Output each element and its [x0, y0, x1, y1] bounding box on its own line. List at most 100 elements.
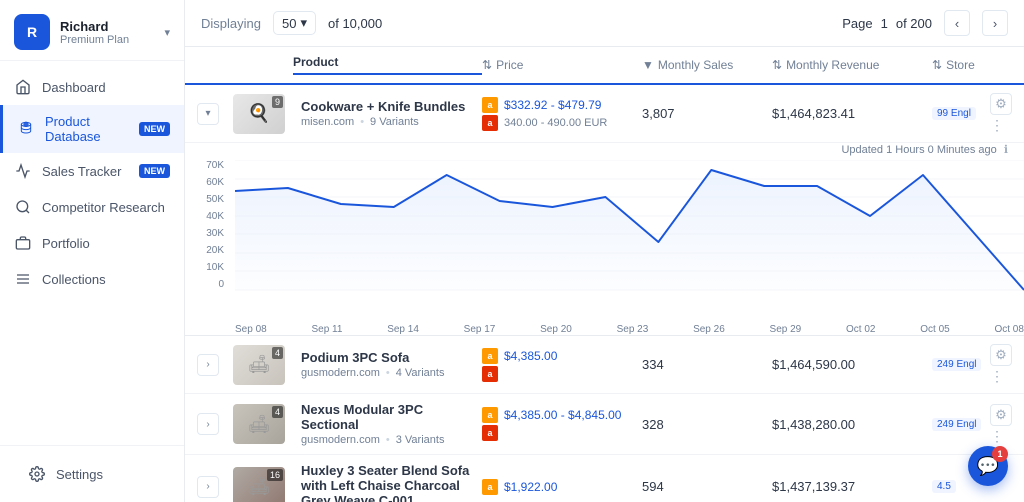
settings-label: Settings [56, 467, 156, 482]
product-info: Nexus Modular 3PC Sectional gusmodern.co… [293, 402, 482, 446]
table-header: Product ⇅ Price ▼ Monthly Sales ⇅ Monthl… [185, 47, 1024, 85]
amazon-price: $332.92 - $479.79 [504, 98, 601, 112]
col-header-store[interactable]: ⇅ Store [932, 58, 1012, 72]
sidebar-item-settings[interactable]: Settings [14, 456, 170, 492]
amazon-price-row: a $332.92 - $479.79 [482, 97, 642, 113]
x-axis-labels: Sep 08 Sep 11 Sep 14 Sep 17 Sep 20 Sep 2… [235, 324, 1024, 335]
x-label: Sep 23 [617, 324, 649, 335]
col-header-monthly-sales[interactable]: ▼ Monthly Sales [642, 58, 772, 72]
page-label: Page [842, 16, 872, 31]
sidebar-item-label: Product Database [45, 114, 129, 144]
chart-container: Updated 1 Hours 0 Minutes ago ℹ [185, 143, 1024, 336]
y-axis-labels: 70K 60K 50K 40K 30K 20K 10K 0 [185, 160, 230, 290]
image-count: 4 [272, 347, 283, 359]
store-cell: 99 Engl ⚙ ⋮ [932, 93, 1012, 134]
sort-icon: ⇅ [482, 58, 492, 72]
prev-page-button[interactable]: ‹ [944, 10, 970, 36]
search-icon [14, 198, 32, 216]
expand-row-button[interactable]: ▾ [197, 103, 219, 125]
sidebar-item-label: Sales Tracker [42, 164, 129, 179]
sidebar-footer: Settings [0, 445, 184, 502]
displaying-label: Displaying [201, 16, 261, 31]
gear-button[interactable]: ⚙ [990, 93, 1012, 115]
sidebar-item-product-database[interactable]: Product Database NEW [0, 105, 184, 153]
count-value: 50 [282, 16, 296, 31]
product-name: Nexus Modular 3PC Sectional [301, 402, 474, 432]
sidebar-item-sales-tracker[interactable]: Sales Tracker NEW [0, 153, 184, 189]
settings-icon [28, 465, 46, 483]
store-name: misen.com [301, 116, 354, 128]
ali-price-row: a 340.00 - 490.00 EUR [482, 115, 642, 131]
of-pages: of 200 [896, 16, 932, 31]
new-badge: NEW [139, 164, 170, 178]
chart-icon [14, 162, 32, 180]
sidebar-item-competitor-research[interactable]: Competitor Research [0, 189, 184, 225]
chart-wrapper: 70K 60K 50K 40K 30K 20K 10K 0 Sep 08 Sep… [185, 160, 1024, 335]
variants-count: 9 Variants [370, 116, 419, 128]
image-count: 9 [272, 96, 283, 108]
y-label: 70K [185, 160, 224, 171]
col-header-price[interactable]: ⇅ Price [482, 58, 642, 72]
aliexpress-icon: a [482, 115, 498, 131]
amazon-icon: a [482, 348, 498, 364]
home-icon [14, 78, 32, 96]
next-page-button[interactable]: › [982, 10, 1008, 36]
x-label: Sep 11 [311, 324, 342, 335]
chat-bubble-button[interactable]: 💬 1 [968, 446, 1008, 486]
expand-row-button[interactable]: › [197, 413, 219, 435]
info-icon: ℹ [1004, 144, 1008, 156]
sidebar-nav: Dashboard Product Database NEW Sales Tra… [0, 61, 184, 445]
monthly-revenue-value: $1,437,139.37 [772, 479, 932, 494]
more-options-button[interactable]: ⋮ [990, 368, 1012, 385]
x-label: Sep 08 [235, 324, 267, 335]
main-content: Displaying 50 ▾ of 10,000 Page 1 of 200 … [185, 0, 1024, 502]
user-name: Richard [60, 19, 154, 34]
sidebar-item-label: Competitor Research [42, 200, 170, 215]
store-cell: 249 Engl ⚙ ⋮ [932, 404, 1012, 445]
store-count: 249 Engl [932, 418, 981, 431]
chart-svg [235, 160, 1024, 305]
store-name: gusmodern.com [301, 367, 380, 379]
more-options-button[interactable]: ⋮ [990, 117, 1012, 134]
products-area: ▾ 🍳 9 Cookware + Knife Bundles misen.com… [185, 85, 1024, 502]
x-label: Oct 02 [846, 324, 875, 335]
product-meta: misen.com • 9 Variants [301, 116, 474, 128]
image-count: 4 [272, 406, 283, 418]
sidebar-item-label: Collections [42, 272, 170, 287]
sidebar: R Richard Premium Plan ▾ Dashboard Produ… [0, 0, 185, 502]
sidebar-item-label: Dashboard [42, 80, 170, 95]
updated-text: Updated 1 Hours 0 Minutes ago ℹ [185, 143, 1024, 160]
variants-count: 4 Variants [396, 367, 445, 379]
table-row: › 🛋 4 Nexus Modular 3PC Sectional gusmod… [185, 394, 1024, 455]
amazon-icon: a [482, 97, 498, 113]
chevron-down-icon[interactable]: ▾ [164, 26, 170, 39]
sidebar-item-collections[interactable]: Collections [0, 261, 184, 297]
gear-button[interactable]: ⚙ [990, 404, 1012, 426]
col-header-monthly-revenue[interactable]: ⇅ Monthly Revenue [772, 58, 932, 72]
monthly-sales-value: 3,807 [642, 106, 772, 121]
sidebar-item-dashboard[interactable]: Dashboard [0, 69, 184, 105]
topbar: Displaying 50 ▾ of 10,000 Page 1 of 200 … [185, 0, 1024, 47]
x-label: Sep 17 [464, 324, 496, 335]
ali-price-row: a [482, 425, 642, 441]
gear-button[interactable]: ⚙ [990, 344, 1012, 366]
count-select[interactable]: 50 ▾ [273, 11, 316, 35]
product-image: 🍳 9 [233, 94, 285, 134]
y-label: 0 [185, 279, 224, 290]
product-info: Podium 3PC Sofa gusmodern.com • 4 Varian… [293, 350, 482, 379]
x-label: Sep 20 [540, 324, 572, 335]
of-total: of 10,000 [328, 16, 382, 31]
sidebar-item-portfolio[interactable]: Portfolio [0, 225, 184, 261]
x-label: Sep 26 [693, 324, 725, 335]
table-row: › 🛋 16 Huxley 3 Seater Blend Sofa with L… [185, 455, 1024, 502]
monthly-sales-value: 328 [642, 417, 772, 432]
expand-row-button[interactable]: › [197, 476, 219, 498]
expand-row-button[interactable]: › [197, 354, 219, 376]
price-cell: a $4,385.00 - $4,845.00 a [482, 407, 642, 441]
more-options-button[interactable]: ⋮ [990, 428, 1012, 445]
sort-icon: ⇅ [932, 58, 942, 72]
collections-icon [14, 270, 32, 288]
amazon-price-row: a $1,922.00 [482, 479, 642, 495]
portfolio-icon [14, 234, 32, 252]
product-image: 🛋 16 [233, 467, 285, 502]
